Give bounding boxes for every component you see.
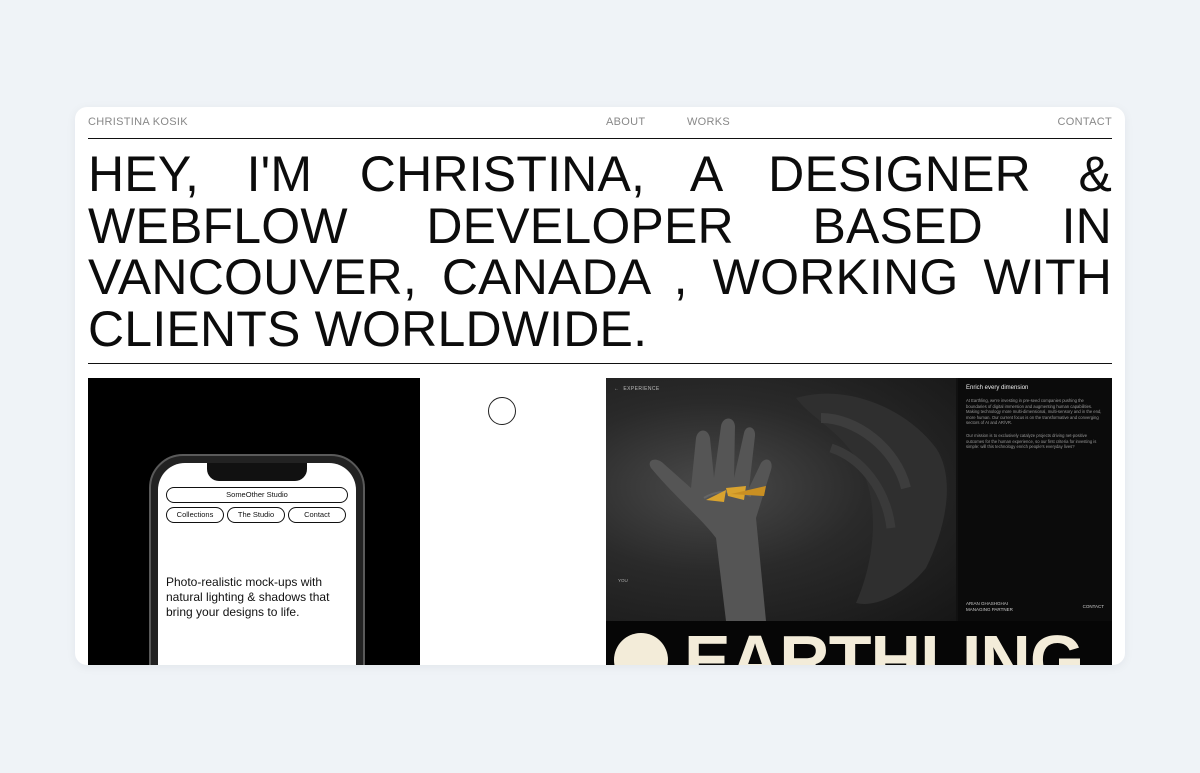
project-card-earthling[interactable]: ← EXPERIENCE YOU Enrich every dimension A… [606,378,1112,665]
phone-mockup: SomeOther Studio Collections The Studio … [149,454,365,665]
brand-wordmark: EARTHLING [684,621,1084,665]
info-title: Enrich every dimension [966,385,1029,391]
studio-name-pill: SomeOther Studio [166,487,348,503]
menu-pill-the-studio: The Studio [227,507,285,523]
hero-divider [88,363,1112,364]
earthling-banner: EARTHLING [606,621,1112,665]
hand-photo: ← EXPERIENCE YOU [606,378,956,621]
phone-tagline: Photo-realistic mock-ups with natural li… [166,575,330,619]
info-panel: Enrich every dimension At Earthling, we'… [958,378,1112,621]
brand-dot-icon [614,633,668,665]
you-label: YOU [618,578,628,583]
phone-screen: SomeOther Studio Collections The Studio … [158,463,356,665]
info-contact-link[interactable]: CONTACT [1083,604,1104,609]
experience-label: EXPERIENCE [623,386,660,392]
top-nav: CHRISTINA KOSIK ABOUT WORKS CONTACT [88,107,1112,139]
experience-nav[interactable]: ← EXPERIENCE [614,386,660,392]
nav-link-contact[interactable]: CONTACT [1058,116,1112,128]
back-arrow-icon[interactable]: ← [614,386,619,392]
cursor-circle-icon [488,397,516,425]
menu-pill-collections: Collections [166,507,224,523]
nav-link-about[interactable]: ABOUT [606,116,645,128]
project-card-someother-studio[interactable]: SomeOther Studio Collections The Studio … [88,378,420,665]
hero-heading: HEY, I'M CHRISTINA, A DESIGNER & WEBFLOW… [88,146,1112,357]
info-paragraph-2: Our mission is to exclusively catalyze p… [966,433,1097,450]
menu-pill-contact: Contact [288,507,346,523]
partner-role: MANAGING PARTNER [966,607,1013,612]
partner-info: ARIAN GHASHGHAI MANAGING PARTNER [966,601,1013,613]
nav-link-works[interactable]: WORKS [687,116,730,128]
hand-illustration [649,393,947,621]
phone-notch [207,463,307,481]
site-logo: CHRISTINA KOSIK [88,116,188,128]
browser-window: CHRISTINA KOSIK ABOUT WORKS CONTACT HEY,… [75,107,1125,665]
info-paragraph-1: At Earthling, we're investing in pre-see… [966,398,1102,426]
